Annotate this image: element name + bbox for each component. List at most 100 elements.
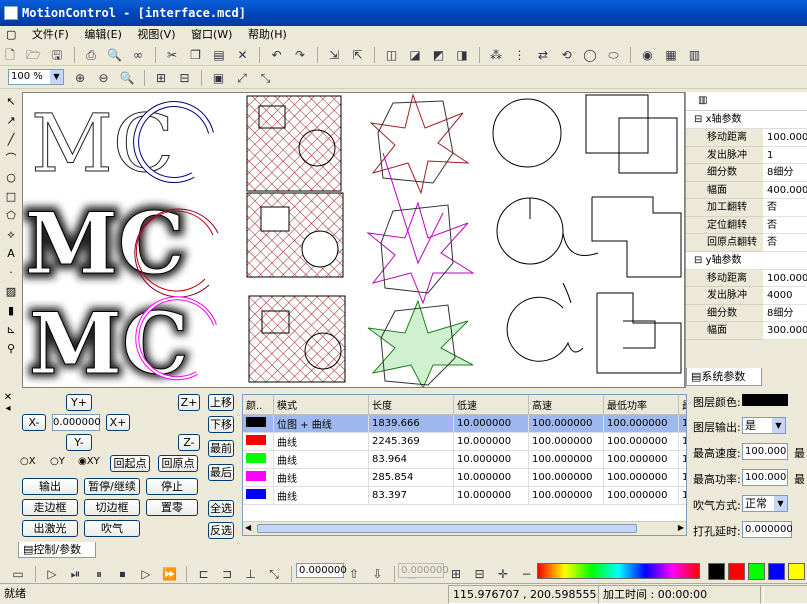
prop-value[interactable]: 400.000 <box>763 182 807 199</box>
glasses-icon[interactable]: ∞ <box>129 46 147 64</box>
rectangle-icon[interactable]: □ <box>2 188 20 206</box>
undo-icon[interactable]: ↶ <box>268 46 286 64</box>
line-icon[interactable]: ╱ <box>2 131 20 149</box>
rotate-icon[interactable]: ⟲ <box>558 46 576 64</box>
go-origin-button[interactable]: 回原点 <box>158 455 198 472</box>
text-icon[interactable]: A <box>2 245 20 263</box>
prop-row[interactable]: 定位翻转否 <box>686 216 807 234</box>
crosshair-icon[interactable]: ✛ <box>494 565 512 583</box>
punch-delay-input[interactable]: 0.000000 <box>742 521 793 538</box>
image-icon[interactable]: ▨ <box>2 283 20 301</box>
zoom-window-icon[interactable]: ▣ <box>210 69 228 87</box>
chevron-down-icon[interactable]: ▼ <box>50 70 63 84</box>
step-input[interactable]: 0.000000 <box>52 414 101 431</box>
delete-icon[interactable]: ✕ <box>234 46 252 64</box>
property-toolbar-icon[interactable]: ▥ <box>686 92 807 111</box>
menu-window[interactable]: 窗口(W) <box>185 26 238 44</box>
prop-value[interactable]: 否 <box>763 217 807 234</box>
prop-value[interactable]: 否 <box>763 234 807 252</box>
swatch-blue[interactable] <box>768 563 785 580</box>
scroll-right-icon[interactable]: ▶ <box>678 523 684 532</box>
prop-row[interactable]: 发出脉冲 4000 <box>686 287 807 305</box>
tab-control-params[interactable]: ▤控制/参数 <box>18 542 96 558</box>
col-length[interactable]: 长度 <box>368 395 454 415</box>
offset-input[interactable]: 0.000000 <box>296 563 347 578</box>
bring-front-button[interactable]: 最前 <box>208 440 234 457</box>
axis-icon[interactable]: ⊥ <box>242 565 260 583</box>
print-icon[interactable]: ⎙ <box>82 46 100 64</box>
radio-xy[interactable]: ◉XY <box>78 456 100 467</box>
z-minus-button[interactable]: Z- <box>178 434 200 451</box>
bezier-icon[interactable]: ⟡ <box>2 226 20 244</box>
zoom-fit-icon[interactable]: ⊞ <box>152 69 170 87</box>
break-icon[interactable]: ◨ <box>453 46 471 64</box>
import-icon[interactable]: ⇲ <box>325 46 343 64</box>
y-plus-button[interactable]: Y+ <box>66 394 92 411</box>
layout-icon[interactable]: ▦ <box>662 46 680 64</box>
ellipse-icon[interactable]: ○ <box>2 169 20 187</box>
binoculars-icon[interactable]: ⚲ <box>2 340 20 358</box>
preview-icon[interactable]: 🔍 <box>106 46 124 64</box>
z-plus-button[interactable]: Z+ <box>178 394 200 411</box>
about-icon[interactable]: ◉ <box>639 46 657 64</box>
tree2-icon[interactable]: ⊟ <box>471 565 489 583</box>
zoom-select[interactable]: 100 % ▼ <box>8 69 64 85</box>
table-row[interactable]: 曲线 83.964 10.000000 100.000000 100.00000… <box>243 450 686 469</box>
invert-select-button[interactable]: 反选 <box>208 522 234 539</box>
prop-row[interactable]: 发出脉冲 1 <box>686 146 807 164</box>
zoom-in-icon[interactable]: ⊕ <box>71 69 89 87</box>
pause-continue-button[interactable]: 暂停/继续 <box>84 478 140 495</box>
barcode-icon[interactable]: ▮ <box>2 302 20 320</box>
move-down-button[interactable]: 下移 <box>208 416 234 433</box>
chevron-down-icon[interactable]: ▼ <box>772 418 785 433</box>
max-speed-input[interactable]: 100.0000 <box>742 443 788 460</box>
combine-icon[interactable]: ◩ <box>430 46 448 64</box>
prop-value[interactable]: 300.000 <box>763 322 807 340</box>
run-icon[interactable]: ▷ <box>137 565 155 583</box>
menu-view[interactable]: 视图(V) <box>131 26 181 44</box>
x-plus-button[interactable]: X+ <box>106 414 130 431</box>
swatch-red[interactable] <box>728 563 745 580</box>
axis-rotate-icon[interactable]: ⤡ <box>265 565 283 583</box>
y-axis-group[interactable]: ⊟ y轴参数 <box>686 251 807 270</box>
output-button[interactable]: 输出 <box>22 478 78 495</box>
zoom-out-icon[interactable]: ⊖ <box>95 69 113 87</box>
swatch-black[interactable] <box>708 563 725 580</box>
paste-icon[interactable]: ▤ <box>210 46 228 64</box>
blow-mode-select[interactable]: 正常 ▼ <box>742 495 788 512</box>
node-icon[interactable]: ⁂ <box>487 46 505 64</box>
group-icon[interactable]: ◫ <box>383 46 401 64</box>
prop-row[interactable]: 幅面 400.000 <box>686 181 807 199</box>
walk-border-button[interactable]: 走边框 <box>22 499 78 516</box>
tree-icon[interactable]: ⊞ <box>447 565 465 583</box>
horizontal-scrollbar[interactable]: ◀ ▶ <box>243 521 686 535</box>
menu-doc-icon[interactable]: ▢ <box>0 26 22 44</box>
radio-x[interactable]: ○X <box>20 456 36 467</box>
laser-button[interactable]: 出激光 <box>22 520 78 537</box>
keyboard-icon[interactable]: ▭ <box>9 565 27 583</box>
swatch-yellow[interactable] <box>788 563 805 580</box>
scroll-thumb[interactable] <box>257 524 637 533</box>
menu-help[interactable]: 帮助(H) <box>242 26 293 44</box>
layer-color-swatch[interactable] <box>742 394 788 406</box>
move-up-button[interactable]: 上移 <box>208 394 234 411</box>
open-icon[interactable]: 🗁 <box>25 46 43 64</box>
tab-system-params[interactable]: ▤系统参数 <box>686 368 762 386</box>
circle-icon[interactable]: ◯ <box>581 46 599 64</box>
zoom-select-icon[interactable]: ⤢ <box>233 69 251 87</box>
step-icon[interactable]: ⏯ <box>67 565 85 583</box>
table-row[interactable]: 位图 + 曲线 1839.666 10.000000 100.000000 10… <box>243 414 686 433</box>
grid-icon[interactable]: ▥ <box>686 46 704 64</box>
x-axis-group[interactable]: ⊟ x轴参数 <box>686 111 807 129</box>
prop-row[interactable]: 细分数 8细分 <box>686 164 807 182</box>
new-icon[interactable]: 🗋 <box>1 46 19 64</box>
measure-icon[interactable]: ⊾ <box>2 321 20 339</box>
zoom-icon[interactable]: 🔍 <box>118 69 136 87</box>
col-low-speed[interactable]: 低速 <box>453 395 529 415</box>
prop-value[interactable]: 4000 <box>763 287 807 305</box>
curve-icon[interactable]: ⌒ <box>2 150 20 168</box>
arrow-up-icon[interactable]: ⇧ <box>345 565 363 583</box>
cut-border-button[interactable]: 切边框 <box>84 499 140 516</box>
polygon-icon[interactable]: ⬠ <box>2 207 20 225</box>
export-icon[interactable]: ⇱ <box>349 46 367 64</box>
